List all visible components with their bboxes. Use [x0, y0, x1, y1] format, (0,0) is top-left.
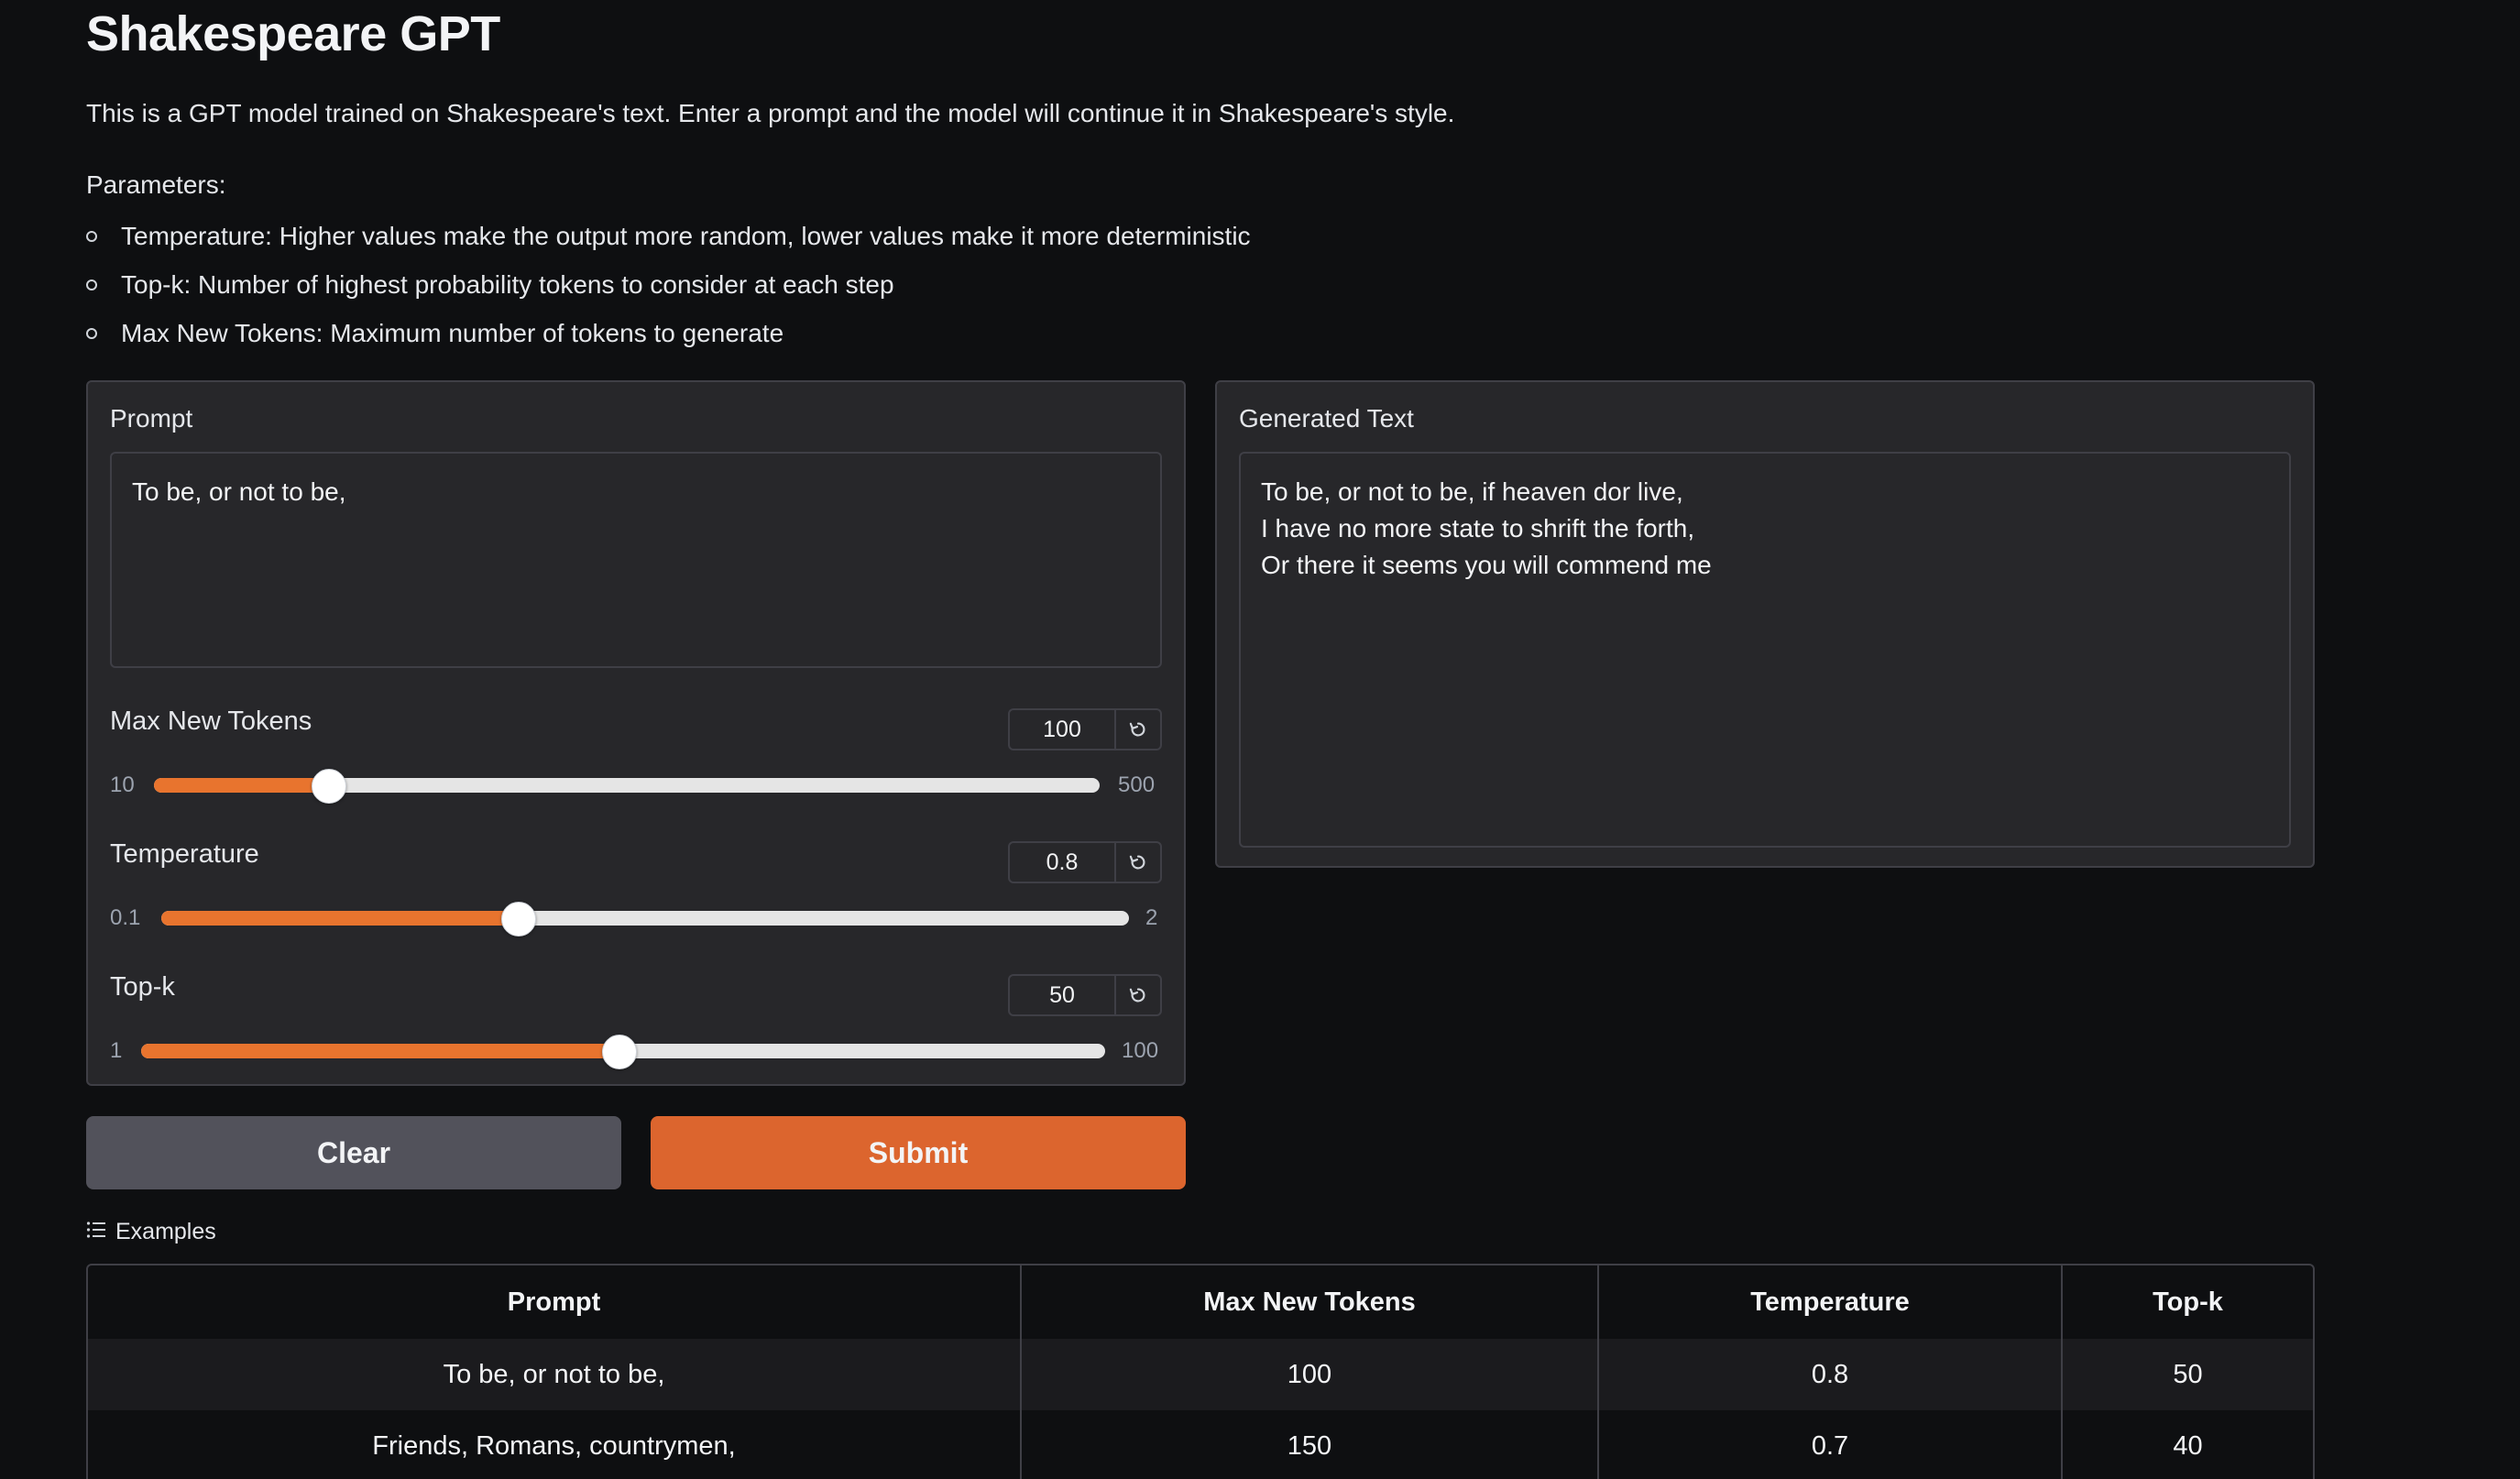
reset-icon[interactable] [1116, 710, 1160, 749]
parameters-heading: Parameters: [86, 170, 226, 199]
prompt-label: Prompt [110, 404, 193, 433]
slider-thumb[interactable] [500, 902, 536, 937]
table-cell: Friends, Romans, countrymen, [88, 1410, 1022, 1479]
temperature-value[interactable]: 0.8 [1010, 843, 1116, 882]
slider-fill [154, 778, 328, 793]
examples-table: Prompt Max New Tokens Temperature Top-k … [86, 1264, 2315, 1479]
temperature-min: 0.1 [110, 905, 141, 930]
top-k-value[interactable]: 50 [1010, 976, 1116, 1014]
list-icon [86, 1219, 106, 1245]
output-panel: Generated Text To be, or not to be, if h… [1215, 380, 2315, 868]
bullet-icon [86, 328, 97, 339]
prompt-input[interactable]: To be, or not to be, [110, 452, 1162, 668]
table-row[interactable]: Friends, Romans, countrymen, 150 0.7 40 [88, 1410, 2313, 1479]
table-cell: 50 [2062, 1339, 2313, 1410]
temperature-slider[interactable] [161, 902, 1129, 937]
parameter-item-max-new-tokens: Max New Tokens: Maximum number of tokens… [86, 313, 1251, 362]
max-new-tokens-max: 500 [1118, 772, 1156, 797]
slider-thumb[interactable] [601, 1035, 637, 1069]
max-new-tokens-min: 10 [110, 772, 135, 797]
generated-text-label: Generated Text [1239, 404, 1414, 433]
top-k-min: 1 [110, 1038, 123, 1063]
generated-text-output[interactable]: To be, or not to be, if heaven dor live,… [1239, 452, 2291, 848]
slider-thumb[interactable] [311, 769, 346, 804]
slider-fill [161, 911, 518, 926]
parameter-item-temperature: Temperature: Higher values make the outp… [86, 216, 1251, 265]
top-k-number-input: 50 [1008, 974, 1162, 1016]
table-cell: 150 [1021, 1410, 1599, 1479]
temperature-label: Temperature [110, 839, 259, 869]
parameters-list: Temperature: Higher values make the outp… [86, 216, 1251, 362]
input-panel: Prompt To be, or not to be, Max New Toke… [86, 380, 1186, 1086]
max-new-tokens-value[interactable]: 100 [1010, 710, 1116, 749]
table-cell: 0.7 [1598, 1410, 2063, 1479]
page-title: Shakespeare GPT [86, 6, 500, 61]
column-header-prompt: Prompt [88, 1265, 1022, 1339]
table-cell: 100 [1021, 1339, 1599, 1410]
clear-button[interactable]: Clear [86, 1116, 621, 1189]
table-cell: 40 [2062, 1410, 2313, 1479]
slider-fill [141, 1044, 619, 1058]
temperature-max: 2 [1145, 905, 1158, 930]
column-header-max-new-tokens: Max New Tokens [1021, 1265, 1599, 1339]
bullet-icon [86, 279, 97, 290]
max-new-tokens-label: Max New Tokens [110, 707, 312, 736]
top-k-slider[interactable] [141, 1035, 1105, 1069]
table-row[interactable]: To be, or not to be, 100 0.8 50 [88, 1339, 2313, 1410]
table-cell: To be, or not to be, [88, 1339, 1022, 1410]
examples-label: Examples [115, 1219, 216, 1244]
max-new-tokens-number-input: 100 [1008, 708, 1162, 750]
max-new-tokens-slider[interactable] [154, 769, 1100, 804]
temperature-number-input: 0.8 [1008, 841, 1162, 883]
submit-button[interactable]: Submit [651, 1116, 1186, 1189]
column-header-top-k: Top-k [2153, 1287, 2223, 1317]
parameter-item-top-k: Top-k: Number of highest probability tok… [86, 265, 1251, 313]
top-k-max: 100 [1122, 1038, 1159, 1063]
app-description: This is a GPT model trained on Shakespea… [86, 99, 1455, 127]
column-header-temperature: Temperature [1598, 1265, 2063, 1339]
table-cell: 0.8 [1598, 1339, 2063, 1410]
bullet-icon [86, 231, 97, 242]
app-root: Shakespeare GPT This is a GPT model trai… [0, 0, 2520, 1479]
top-k-label: Top-k [110, 972, 175, 1002]
reset-icon[interactable] [1116, 843, 1160, 882]
examples-header: Examples [86, 1219, 216, 1245]
examples-header-row: Prompt Max New Tokens Temperature Top-k [88, 1265, 2313, 1339]
reset-icon[interactable] [1116, 976, 1160, 1014]
